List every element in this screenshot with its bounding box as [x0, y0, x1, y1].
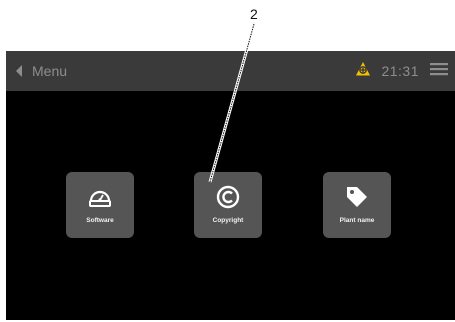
plant-name-tile[interactable]: Plant name	[323, 172, 391, 238]
figure: 2 Menu 21:31 Software Copyright Plant na…	[0, 0, 455, 322]
copyright-icon	[215, 184, 241, 210]
menu-tiles: Software Copyright Plant name	[6, 51, 455, 320]
tag-icon	[344, 184, 370, 210]
tile-label: Plant name	[339, 217, 375, 224]
software-tile[interactable]: Software	[66, 172, 134, 238]
tile-label: Copyright	[212, 217, 244, 224]
copyright-tile[interactable]: Copyright	[194, 172, 262, 238]
callout-number: 2	[250, 6, 258, 22]
tile-label: Software	[86, 217, 114, 224]
gauge-icon	[87, 184, 113, 210]
device-screen: Menu 21:31 Software Copyright Plant name	[6, 51, 455, 320]
